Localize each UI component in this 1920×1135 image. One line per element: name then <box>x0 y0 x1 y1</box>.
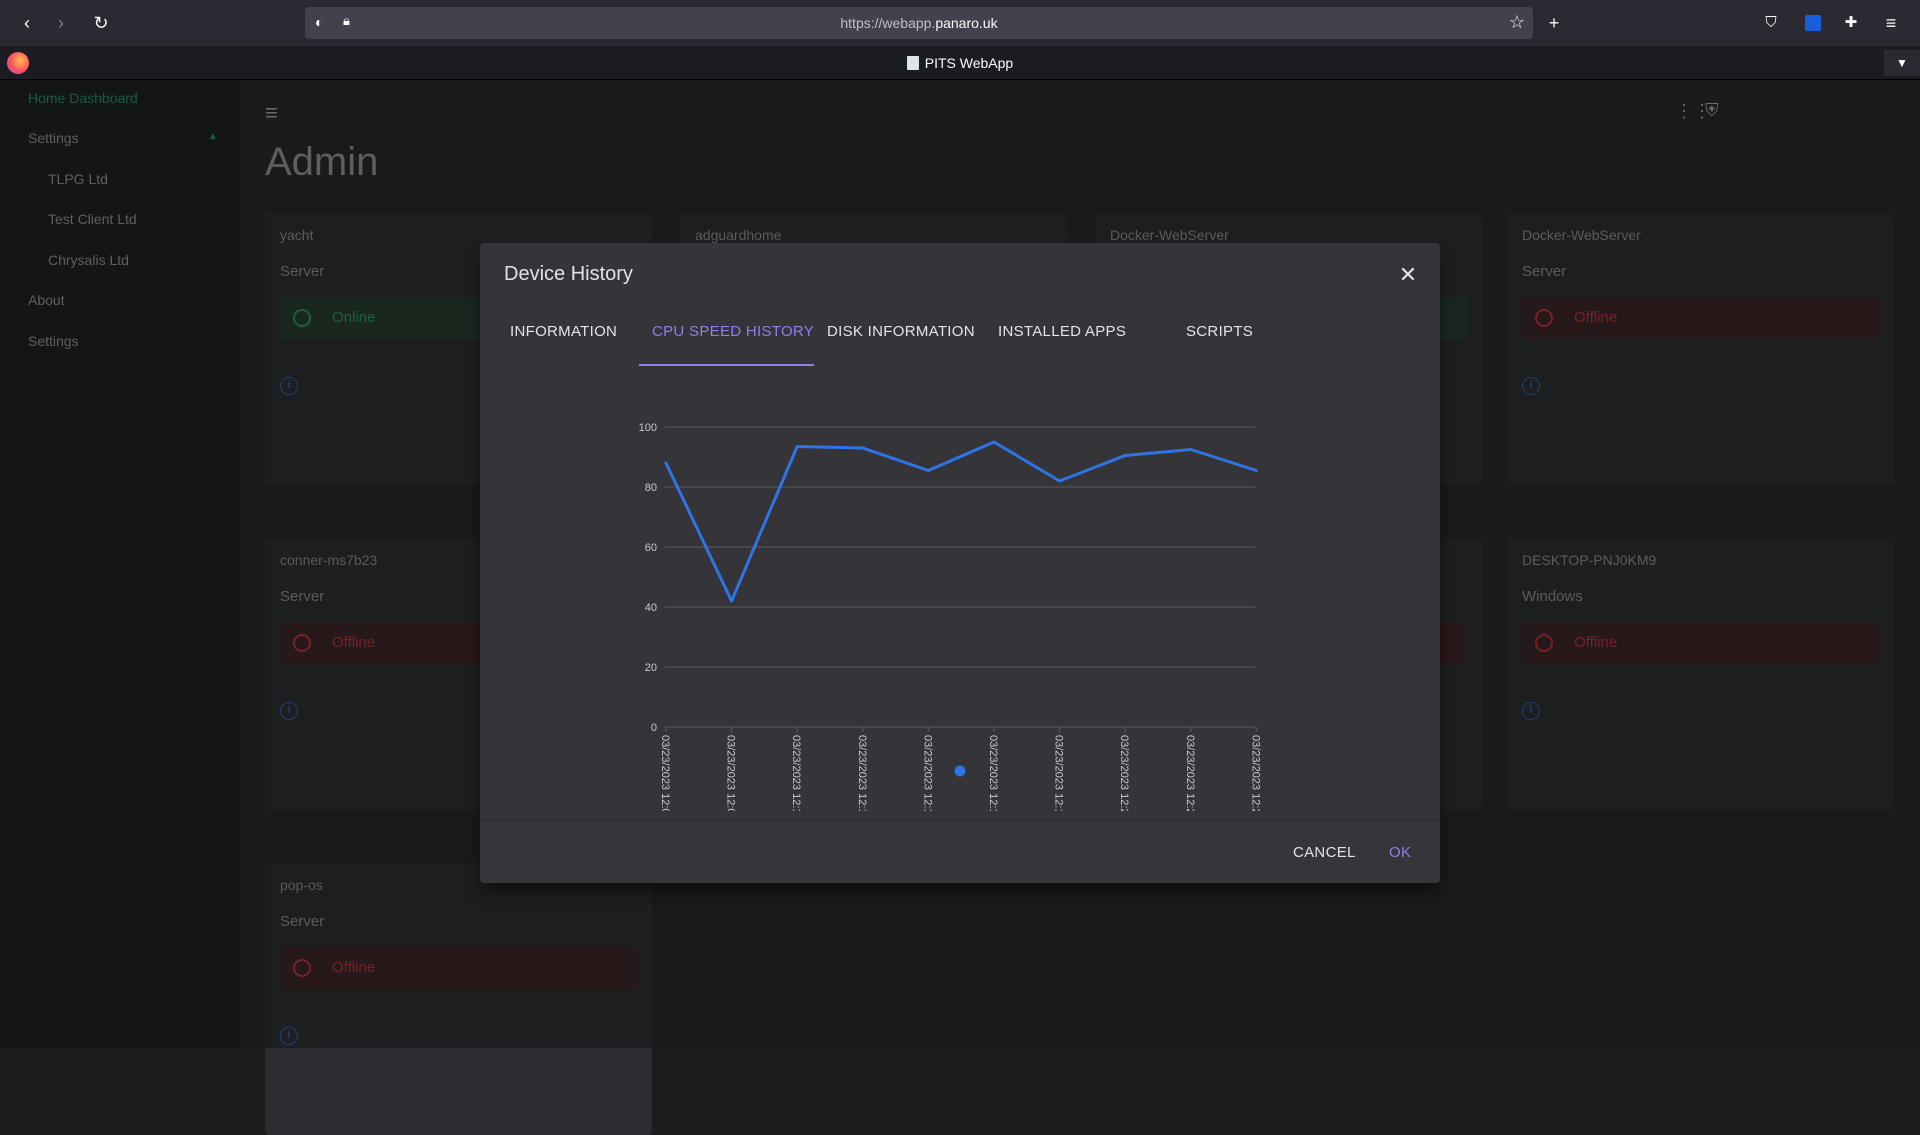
series-line <box>664 440 1257 603</box>
tab-bar: PITS WebApp ▼ <box>0 46 1920 80</box>
data-point[interactable] <box>861 446 865 450</box>
url-bar[interactable]: ◐ 🔒︎ https://webapp.panaro.uk ☆ <box>305 7 1533 39</box>
reload-icon[interactable]: ↻ <box>90 12 112 34</box>
close-icon[interactable]: ✕ <box>1398 264 1418 286</box>
data-point[interactable] <box>1123 454 1127 457</box>
ok-button[interactable]: OK <box>1389 844 1411 861</box>
y-tick-label: 40 <box>645 602 657 614</box>
url-domain: panaro.uk <box>935 15 998 31</box>
y-tick-label: 0 <box>651 722 657 734</box>
chart-scroll-indicator[interactable] <box>954 765 966 777</box>
page-icon <box>906 56 919 70</box>
tab-information[interactable]: INFORMATION <box>510 323 617 340</box>
cpu-speed-chart: 0 20 40 60 80 100 03/23/2023 12:06:54 03/23/202… <box>639 422 1262 836</box>
x-tick-label: 03/23/2023 12:11:06 <box>790 735 802 811</box>
tab-active-indicator <box>639 364 814 366</box>
x-tick-label: 03/23/2023 12:15:18 <box>921 735 933 811</box>
x-tick-label: 03/23/2023 12:25:48 <box>1249 735 1261 811</box>
data-point[interactable] <box>730 599 734 603</box>
x-tick-label: 03/23/2023 12:06:54 <box>659 735 671 811</box>
bitwarden-icon[interactable] <box>1802 12 1824 34</box>
data-point[interactable] <box>795 445 799 448</box>
data-point[interactable] <box>992 440 996 444</box>
x-tick-label: 03/23/2023 12:19:30 <box>1053 735 1065 811</box>
data-point[interactable] <box>1189 448 1193 451</box>
data-point[interactable] <box>926 469 930 472</box>
new-tab-icon[interactable]: + <box>1543 12 1565 34</box>
back-icon[interactable]: ‹ <box>16 12 38 34</box>
pocket-icon[interactable]: ⛉ <box>1760 12 1782 34</box>
bookmark-star-icon[interactable]: ☆ <box>1509 12 1525 33</box>
chart-area: 0 20 40 60 80 100 03/23/2023 12:06:54 03/23/202… <box>480 367 1440 836</box>
tab-disk-information[interactable]: DISK INFORMATION <box>827 323 975 340</box>
browser-toolbar: ‹ › ↻ ◐ 🔒︎ https://webapp.panaro.uk ☆ + … <box>0 0 1920 46</box>
extensions-icon[interactable]: ✚ <box>1840 12 1862 34</box>
dialog-actions: CANCEL OK <box>480 819 1440 883</box>
y-tick-label: 60 <box>645 542 657 554</box>
x-tick-label: 03/23/2023 12:23:41 <box>1184 735 1196 811</box>
tab-list-dropdown-icon[interactable]: ▼ <box>1884 50 1920 76</box>
url-text: https://webapp.panaro.uk <box>305 15 1533 31</box>
browser-tab[interactable]: PITS WebApp <box>0 55 1920 71</box>
x-tick-label: 03/23/2023 12:17:24 <box>987 735 999 811</box>
y-tick-label: 100 <box>639 422 657 434</box>
device-history-dialog: Device History ✕ INFORMATION CPU SPEED H… <box>480 243 1440 883</box>
tab-title: PITS WebApp <box>924 55 1014 71</box>
dialog-title: Device History <box>504 263 633 285</box>
y-tick-label: 20 <box>645 662 657 674</box>
x-tick-label: 03/23/2023 12:13:12 <box>856 735 868 811</box>
x-tick-label: 03/23/2023 12:21:36 <box>1118 735 1130 811</box>
tab-installed-apps[interactable]: INSTALLED APPS <box>998 323 1126 340</box>
tab-cpu-speed-history[interactable]: CPU SPEED HISTORY <box>652 323 814 340</box>
data-point[interactable] <box>664 461 668 465</box>
forward-icon[interactable]: › <box>50 12 72 34</box>
url-prefix: https://webapp. <box>840 15 936 31</box>
data-point[interactable] <box>1058 479 1062 483</box>
menu-icon[interactable]: ≡ <box>1880 12 1902 34</box>
tab-scripts[interactable]: SCRIPTS <box>1186 323 1253 340</box>
data-point[interactable] <box>1254 469 1258 472</box>
x-tick-label: 03/23/2023 12:09:00 <box>725 735 737 811</box>
cancel-button[interactable]: CANCEL <box>1293 844 1356 861</box>
y-tick-label: 80 <box>645 482 657 494</box>
